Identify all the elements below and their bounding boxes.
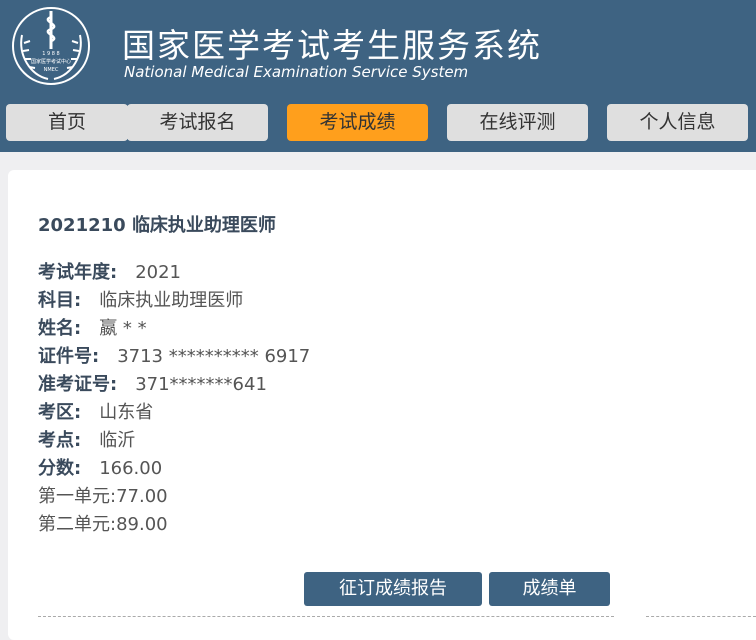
exam-title: 2021210 临床执业助理医师 (38, 215, 276, 236)
nmec-logo-icon: 1 9 8 8 国家医学考试中心 NMEC (12, 7, 90, 85)
nav-exam-results[interactable]: 考试成绩 (287, 104, 428, 141)
field-value: 山东省 (99, 402, 154, 423)
field-label: 考点: (38, 430, 82, 451)
field-id-number: 证件号: 3713 ********** 6917 (38, 342, 310, 368)
logo-year-text: 1 9 8 8 (42, 51, 60, 57)
field-label: 姓名: (38, 318, 82, 339)
unit2-score: 第二单元:89.00 (38, 514, 168, 535)
field-admission-number: 准考证号: 371*******641 (38, 370, 267, 396)
field-subject: 科目: 临床执业助理医师 (38, 286, 243, 312)
field-value: 3713 ********** 6917 (117, 346, 311, 367)
field-value: 嬴 * * (99, 318, 147, 339)
nav-exam-registration[interactable]: 考试报名 (127, 104, 268, 141)
site-title: 国家医学考试考生服务系统 (122, 26, 542, 65)
header-banner: 1 9 8 8 国家医学考试中心 NMEC 国家医学考试考生服务系统 Natio… (0, 0, 756, 94)
field-value: 临沂 (99, 430, 136, 451)
field-value: 166.00 (99, 458, 163, 479)
nav-personal-info[interactable]: 个人信息 (607, 104, 748, 141)
unit1-score: 第一单元:77.00 (38, 486, 168, 507)
field-label: 证件号: (38, 346, 100, 367)
nav-home[interactable]: 首页 (6, 104, 128, 141)
score-sheet-button[interactable]: 成绩单 (489, 572, 610, 606)
main-nav: 首页 考试报名 考试成绩 在线评测 个人信息 (0, 94, 756, 152)
field-value: 371*******641 (135, 374, 267, 395)
field-label: 考试年度: (38, 262, 118, 283)
field-score: 分数: 166.00 (38, 454, 162, 480)
field-label: 分数: (38, 458, 82, 479)
field-exam-site: 考点: 临沂 (38, 426, 135, 452)
field-exam-region: 考区: 山东省 (38, 398, 153, 424)
nav-online-assessment[interactable]: 在线评测 (447, 104, 588, 141)
field-label: 科目: (38, 290, 82, 311)
field-name: 姓名: 嬴 * * (38, 314, 147, 340)
field-value: 2021 (135, 262, 182, 283)
field-label: 准考证号: (38, 374, 118, 395)
order-report-button[interactable]: 征订成绩报告 (304, 572, 482, 606)
logo-abbr-text: NMEC (44, 67, 59, 73)
divider-right (646, 616, 756, 617)
logo-org-text: 国家医学考试中心 (31, 58, 71, 65)
site-subtitle: National Medical Examination Service Sys… (124, 63, 469, 81)
divider-left (38, 616, 614, 617)
field-label: 考区: (38, 402, 82, 423)
field-exam-year: 考试年度: 2021 (38, 258, 181, 284)
field-value: 临床执业助理医师 (99, 290, 244, 311)
